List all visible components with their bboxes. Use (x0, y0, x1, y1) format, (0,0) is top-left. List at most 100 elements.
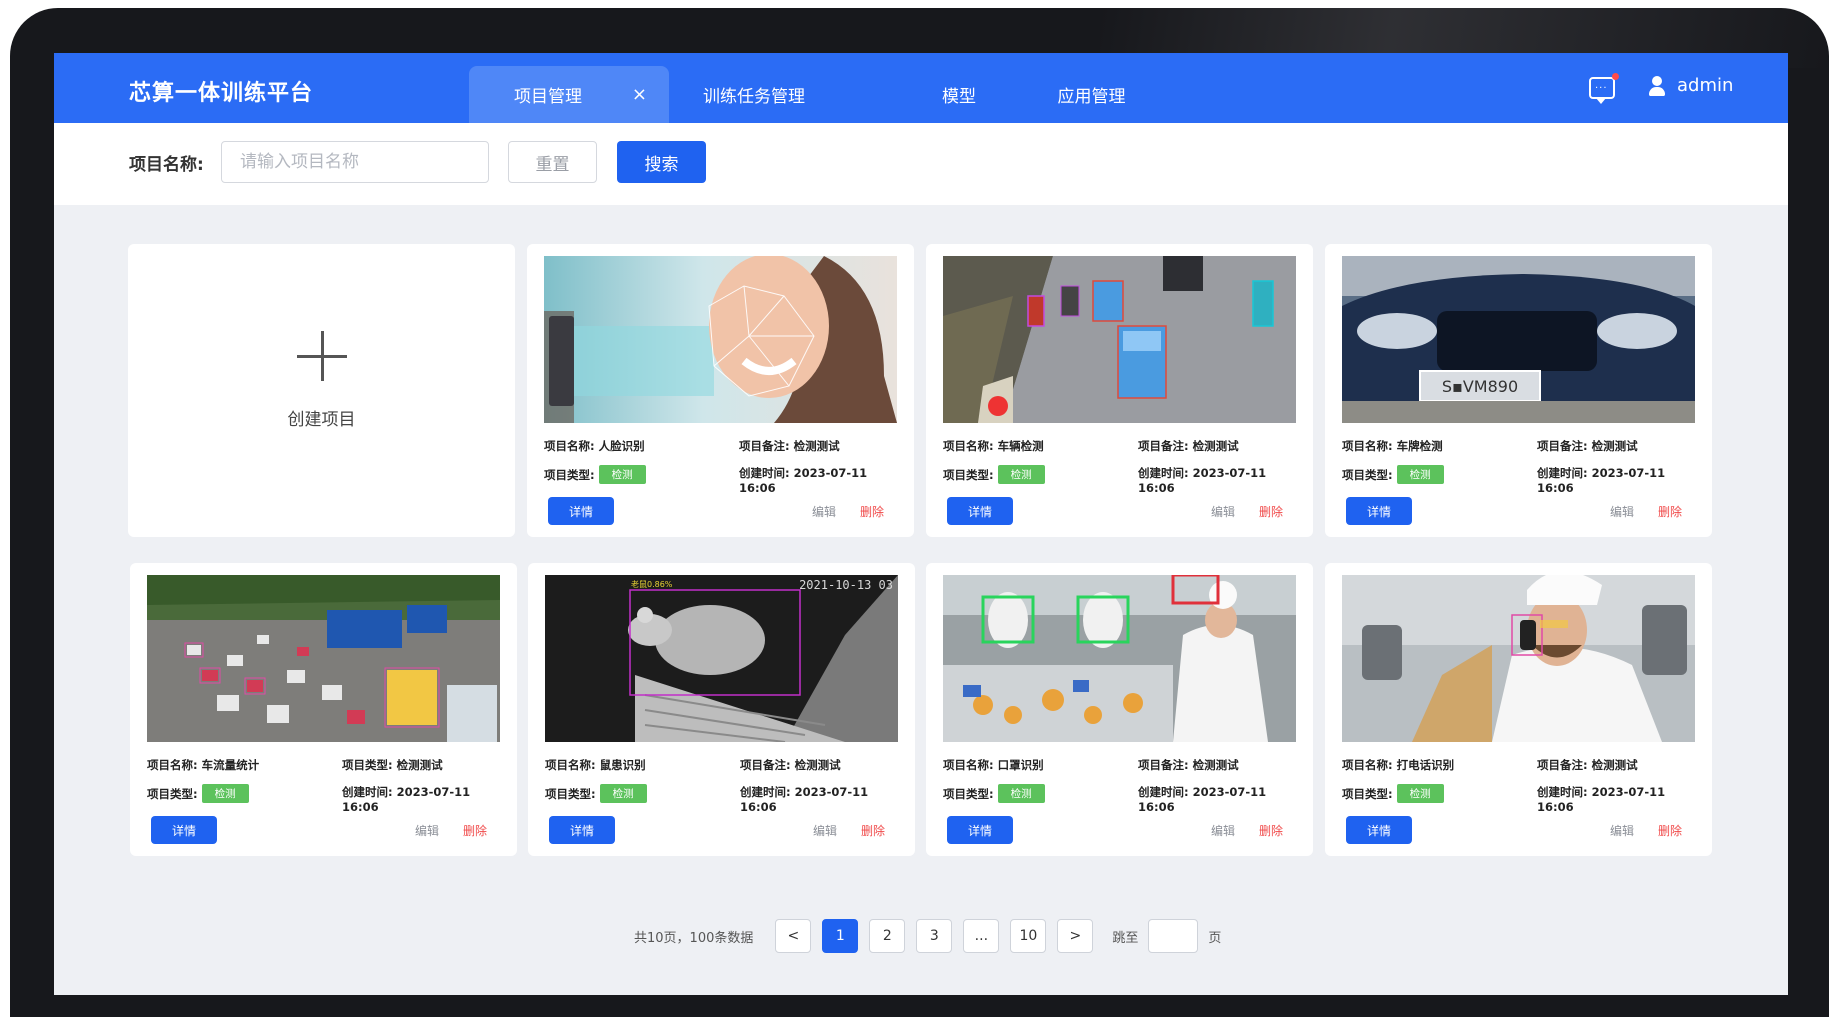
user-menu[interactable]: admin (1649, 75, 1733, 96)
jump-label: 跳至 (1112, 930, 1139, 946)
page-ellipsis-button[interactable]: ... (963, 919, 1000, 953)
tab-project-management[interactable]: 项目管理 × (469, 66, 669, 123)
jump-page-input[interactable] (1148, 919, 1199, 953)
tab-label: 模型 (942, 87, 976, 107)
project-card: 老鼠0.86% 2021-10-13 03 项目名称: 鼠患识别 项目备注: 检测… (528, 563, 915, 856)
type-tag: 检测 (598, 465, 646, 484)
license-plate-text: S▪VM890 (1442, 377, 1518, 396)
card-actions: 详情 编辑 删除 (1325, 816, 1712, 844)
edit-button[interactable]: 编辑 (812, 503, 836, 520)
page-button-1[interactable]: 1 (822, 919, 859, 953)
project-info: 项目名称: 打电话识别 项目备注: 检测测试 项目类型: 检测 创建时间: 2023… (1342, 758, 1666, 814)
card-actions: 详情 编辑 删除 (130, 816, 517, 844)
type-tag: 检测 (1396, 784, 1444, 803)
project-name: 口罩识别 (997, 758, 1044, 772)
reset-button[interactable]: 重置 (508, 141, 597, 183)
page-button-2[interactable]: 2 (869, 919, 906, 953)
project-thumbnail: S▪VM890 (1342, 256, 1695, 423)
edit-button[interactable]: 编辑 (813, 822, 837, 839)
project-info: 项目名称: 鼠患识别 项目备注: 检测测试 项目类型: 检测 创建时间: 2023-… (545, 758, 869, 814)
project-card: 项目名称: 车流量统计 项目类型: 检测测试 项目类型: 检测 创建时间: 2023… (130, 563, 517, 856)
detail-button[interactable]: 详情 (548, 497, 614, 525)
pagination: 共10页，100条数据 < 1 2 3 ... 10 > 跳至 页 (634, 918, 1221, 954)
delete-button[interactable]: 删除 (1658, 822, 1682, 839)
notification-dot (1612, 73, 1619, 80)
project-note: 检测测试 (793, 439, 840, 453)
project-name-input[interactable] (221, 141, 489, 183)
detail-button[interactable]: 详情 (151, 816, 217, 844)
tab-models[interactable]: 模型 (924, 66, 994, 123)
edit-button[interactable]: 编辑 (1211, 822, 1235, 839)
card-actions: 详情 编辑 删除 (1325, 497, 1712, 525)
project-note: 检测测试 (396, 758, 443, 772)
project-name: 人脸识别 (598, 439, 645, 453)
type-tag: 检测 (997, 784, 1045, 803)
delete-button[interactable]: 删除 (1259, 503, 1283, 520)
user-icon (1649, 75, 1665, 96)
prev-page-button[interactable]: < (775, 919, 812, 953)
app-screen: 芯算一体训练平台 项目管理 × 训练任务管理 模型 应用管理 ··· admin… (54, 53, 1788, 995)
project-name: 车牌检测 (1396, 439, 1443, 453)
project-thumbnail (147, 575, 500, 742)
search-button[interactable]: 搜索 (617, 141, 706, 183)
delete-button[interactable]: 删除 (1259, 822, 1283, 839)
detail-button[interactable]: 详情 (549, 816, 615, 844)
username: admin (1677, 75, 1734, 96)
project-name: 鼠患识别 (599, 758, 646, 772)
detail-button[interactable]: 详情 (1346, 816, 1412, 844)
page-suffix: 页 (1208, 930, 1222, 946)
type-tag: 检测 (1396, 465, 1444, 484)
next-page-button[interactable]: > (1057, 919, 1094, 953)
card-actions: 详情 编辑 删除 (528, 816, 915, 844)
search-bar: 项目名称: 重置 搜索 (54, 123, 1788, 205)
project-card: 项目名称: 打电话识别 项目备注: 检测测试 项目类型: 检测 创建时间: 2023… (1325, 563, 1712, 856)
edit-button[interactable]: 编辑 (1610, 503, 1634, 520)
close-icon[interactable]: × (632, 84, 647, 105)
tab-label: 训练任务管理 (703, 87, 805, 107)
project-note: 检测测试 (1192, 758, 1239, 772)
detection-label: 老鼠0.86% (631, 579, 673, 589)
delete-button[interactable]: 删除 (861, 822, 885, 839)
tab-label: 应用管理 (1057, 87, 1126, 107)
create-project-card[interactable]: 创建项目 (128, 244, 515, 537)
tab-label: 项目管理 (514, 87, 582, 107)
project-thumbnail (1342, 575, 1695, 742)
project-card: S▪VM890 项目名称: 车牌检测 项目备注: 检测测试 项目类型: 检测 创建时… (1325, 244, 1712, 537)
project-info: 项目名称: 车牌检测 项目备注: 检测测试 项目类型: 检测 创建时间: 2023-… (1342, 439, 1666, 495)
edit-button[interactable]: 编辑 (1211, 503, 1235, 520)
page-button-10[interactable]: 10 (1010, 919, 1047, 953)
project-note: 检测测试 (1591, 439, 1638, 453)
tab-app-management[interactable]: 应用管理 (1034, 66, 1149, 123)
type-tag: 检测 (997, 465, 1045, 484)
detail-button[interactable]: 详情 (1346, 497, 1412, 525)
edit-button[interactable]: 编辑 (1610, 822, 1634, 839)
card-actions: 详情 编辑 删除 (527, 497, 914, 525)
page-button-3[interactable]: 3 (916, 919, 953, 953)
delete-button[interactable]: 删除 (860, 503, 884, 520)
project-name: 打电话识别 (1396, 758, 1455, 772)
project-info: 项目名称: 车辆检测 项目备注: 检测测试 项目类型: 检测 创建时间: 2023-… (943, 439, 1267, 495)
project-card: 项目名称: 人脸识别 项目备注: 检测测试 项目类型: 检测 创建时间: 2023-… (527, 244, 914, 537)
tab-training-tasks[interactable]: 训练任务管理 (679, 66, 829, 123)
delete-button[interactable]: 删除 (463, 822, 487, 839)
project-thumbnail: 老鼠0.86% 2021-10-13 03 (545, 575, 898, 742)
project-note: 检测测试 (1192, 439, 1239, 453)
detail-button[interactable]: 详情 (947, 816, 1013, 844)
project-thumbnail (943, 256, 1296, 423)
search-label: 项目名称: (129, 155, 204, 175)
card-actions: 详情 编辑 删除 (926, 816, 1313, 844)
project-thumbnail (544, 256, 897, 423)
project-card: 项目名称: 口罩识别 项目备注: 检测测试 项目类型: 检测 创建时间: 2023-… (926, 563, 1313, 856)
detail-button[interactable]: 详情 (947, 497, 1013, 525)
delete-button[interactable]: 删除 (1658, 503, 1682, 520)
camera-timestamp: 2021-10-13 03 (799, 578, 893, 592)
project-thumbnail (943, 575, 1296, 742)
app-title: 芯算一体训练平台 (129, 81, 314, 106)
chat-icon[interactable]: ··· (1589, 73, 1619, 104)
project-info: 项目名称: 车流量统计 项目类型: 检测测试 项目类型: 检测 创建时间: 2023… (147, 758, 471, 814)
project-card: 项目名称: 车辆检测 项目备注: 检测测试 项目类型: 检测 创建时间: 2023-… (926, 244, 1313, 537)
project-info: 项目名称: 人脸识别 项目备注: 检测测试 项目类型: 检测 创建时间: 2023-… (544, 439, 868, 495)
pagination-summary: 共10页，100条数据 (634, 930, 754, 946)
edit-button[interactable]: 编辑 (415, 822, 439, 839)
type-tag: 检测 (599, 784, 647, 803)
